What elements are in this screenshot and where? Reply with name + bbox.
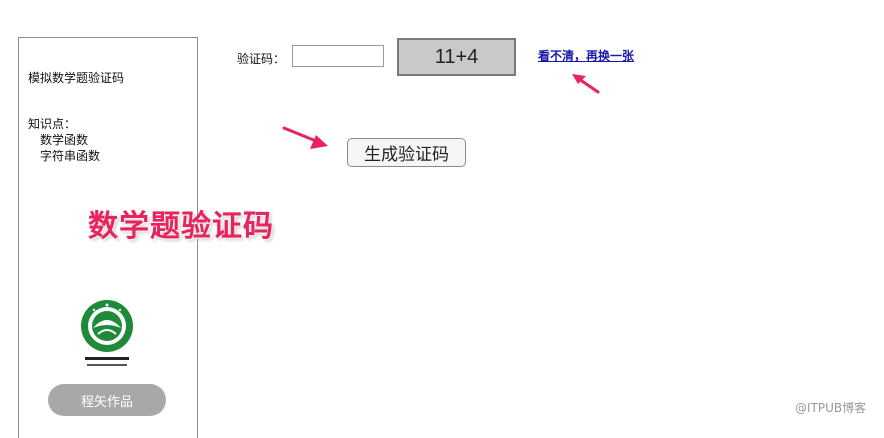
generate-captcha-button[interactable]: 生成验证码 <box>347 138 466 167</box>
annotation-arrow-icon <box>572 74 600 94</box>
watermark: @ITPUB博客 <box>795 401 867 415</box>
knowledge-item-math-functions: 数学函数 <box>40 133 89 147</box>
captcha-input[interactable] <box>292 45 384 67</box>
refresh-captcha-link[interactable]: 看不清，再换一张 <box>538 48 638 64</box>
overlay-title: 数学题验证码 <box>88 209 274 244</box>
annotation-arrow-icon <box>282 126 328 149</box>
knowledge-item-string-functions: 字符串函数 <box>40 149 101 163</box>
knowledge-label: 知识点： <box>28 117 77 131</box>
captcha-label: 验证码： <box>237 52 286 66</box>
captcha-image: 11+4 <box>397 38 516 76</box>
knowledge-points: 知识点： 数学函数 字符串函数 <box>28 116 100 164</box>
sidebar-title: 模拟数学题验证码 <box>28 71 125 85</box>
school-emblem-icon <box>76 297 138 371</box>
author-works-button[interactable]: 程矢作品 <box>48 384 166 416</box>
